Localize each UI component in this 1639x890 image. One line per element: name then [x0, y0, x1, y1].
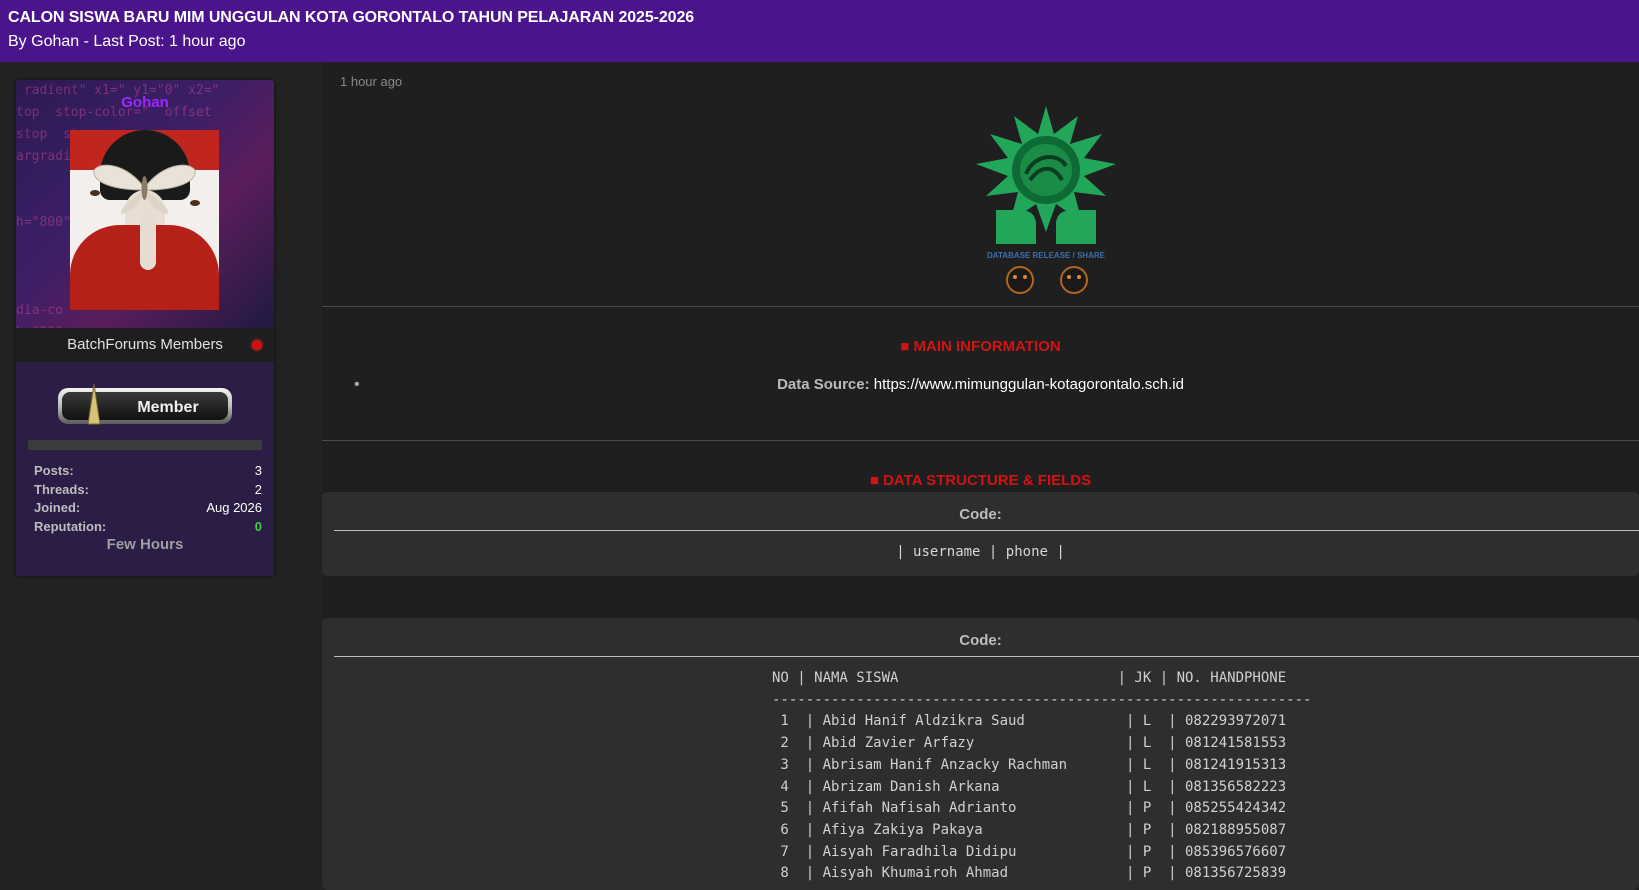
- user-stats: Posts: 3 Threads: 2 Joined: Aug 2026 Reputa…: [34, 462, 262, 536]
- user-card: radient" x1=" y1="0" x2=" top stop-color…: [16, 80, 274, 576]
- user-details: Member Posts: 3 Threads: 2 Joined: Aug 2026…: [16, 362, 274, 576]
- online-status-icon: [252, 340, 262, 350]
- username-link[interactable]: Gohan: [16, 94, 274, 111]
- data-structure-heading: ■ DATA STRUCTURE & FIELDS: [869, 472, 1092, 489]
- main-information-heading: ■ MAIN INFORMATION: [900, 338, 1061, 355]
- data-source-label: Data Source:: [777, 376, 870, 393]
- time-online: Few Hours: [106, 536, 184, 553]
- thread-title: CALON SISWA BARU MIM UNGGULAN KOTA GORON…: [8, 9, 695, 26]
- code-block-fields: Code: | username | phone |: [322, 492, 1639, 576]
- code-body[interactable]: NO | NAMA SISWA | JK | NO. HANDPHONE ---…: [772, 668, 1311, 885]
- stat-posts: Posts: 3: [34, 463, 262, 478]
- data-source-line: Data Source: https://www.mimunggulan-kot…: [322, 376, 1639, 393]
- profile-cover: radient" x1=" y1="0" x2=" top stop-color…: [16, 80, 274, 328]
- code-label: Code:: [959, 632, 1002, 649]
- user-group-label: BatchForums Members: [67, 336, 223, 353]
- reputation-bar: [28, 440, 262, 450]
- muhammadiyah-logo-icon: DATABASE RELEASE / SHARE: [976, 106, 1116, 294]
- rank-label: Member: [137, 399, 198, 416]
- stat-joined: Joined: Aug 2026: [34, 500, 262, 515]
- code-body[interactable]: | username | phone |: [322, 544, 1639, 560]
- code-divider: [334, 656, 1639, 657]
- code-label: Code:: [959, 506, 1002, 523]
- post-content: 1 hour ago DATABASE RELEASE / SHARE ■ MA…: [322, 62, 1639, 890]
- data-source-link[interactable]: https://www.mimunggulan-kotagorontalo.sc…: [874, 376, 1184, 393]
- user-group: BatchForums Members: [16, 328, 274, 362]
- thread-header: CALON SISWA BARU MIM UNGGULAN KOTA GORON…: [0, 0, 1639, 62]
- stat-reputation: Reputation: 0: [34, 518, 262, 534]
- divider: [322, 306, 1639, 307]
- code-block-table: Code: NO | NAMA SISWA | JK | NO. HANDPHO…: [322, 618, 1639, 890]
- code-divider: [334, 530, 1639, 531]
- thread-byline: By Gohan - Last Post: 1 hour ago: [8, 33, 246, 50]
- logo-caption: DATABASE RELEASE / SHARE: [987, 251, 1106, 260]
- stat-threads: Threads: 2: [34, 481, 262, 497]
- divider: [322, 440, 1639, 441]
- member-rank-badge: Member: [58, 384, 232, 425]
- avatar[interactable]: [70, 130, 219, 310]
- moth-icon: [93, 164, 196, 214]
- post-date: 1 hour ago: [340, 74, 403, 89]
